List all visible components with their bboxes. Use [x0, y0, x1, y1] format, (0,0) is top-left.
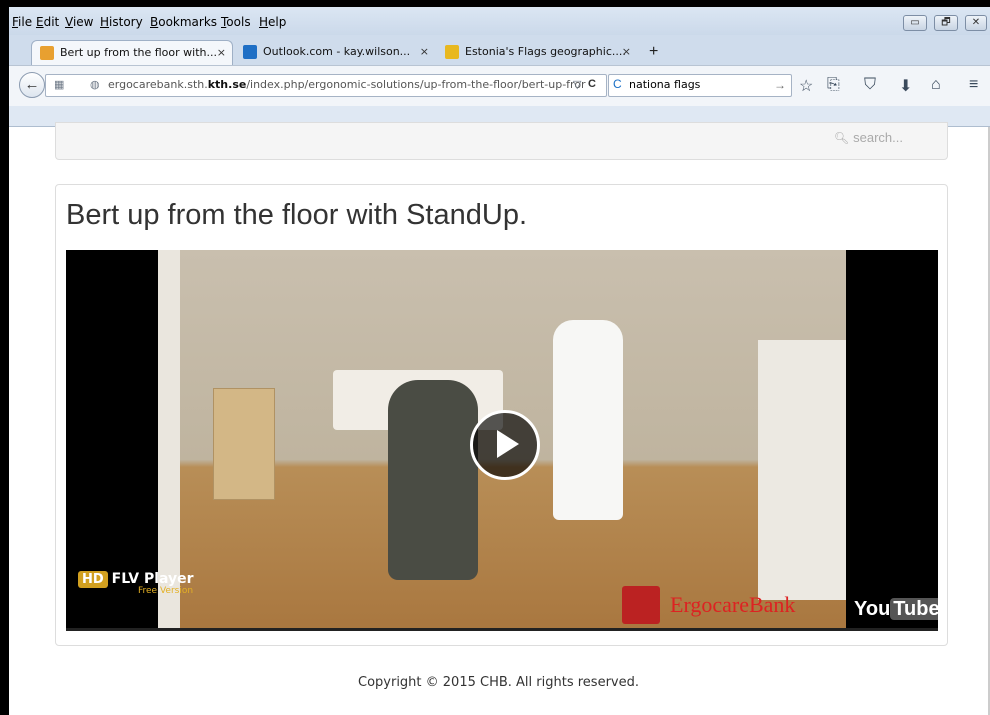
tab-outlook[interactable]: Outlook.com - kay.wilson... ×	[235, 40, 435, 64]
close-tab-icon[interactable]: ×	[217, 42, 226, 64]
site-search-input[interactable]: 🔍︎ search...	[834, 130, 903, 145]
menu-tools[interactable]: Tools	[221, 15, 251, 29]
maximize-button[interactable]: 🗗	[934, 15, 958, 31]
menu-help[interactable]: Help	[259, 15, 286, 29]
bookmark-star-icon[interactable]: ☆	[799, 76, 813, 96]
hamburger-menu-icon[interactable]: ≡	[969, 76, 978, 94]
footer-copyright: Copyright © 2015 CHB. All rights reserve…	[358, 675, 639, 690]
ergocarebank-logo-icon	[622, 586, 660, 624]
browser-window: File Edit View History Bookmarks Tools H…	[9, 7, 990, 715]
menu-bar: File Edit View History Bookmarks Tools H…	[9, 7, 990, 35]
back-button[interactable]: ←	[19, 72, 45, 98]
menu-history[interactable]: History	[100, 15, 143, 29]
flv-player-badge: HD FLV Player Free Version	[78, 568, 194, 596]
article-title: Bert up from the floor with StandUp.	[66, 199, 527, 231]
navigation-bar: ← ▦ ◍ ergocarebank.sth.kth.se/index.php/…	[9, 65, 990, 106]
menu-view[interactable]: View	[65, 15, 93, 29]
url-bar[interactable]: ▦ ◍ ergocarebank.sth.kth.se/index.php/er…	[45, 74, 607, 97]
page-content: 🔍︎ search... Bert up from the floor with …	[9, 122, 988, 715]
site-header-panel: 🔍︎ search...	[55, 122, 948, 160]
page-icon	[40, 46, 54, 60]
tab-label: Outlook.com - kay.wilson...	[263, 45, 411, 58]
search-engine-icon: C	[613, 77, 622, 91]
flag-icon	[445, 45, 459, 59]
bookmarks-menu-icon[interactable]: ⎘	[827, 76, 840, 94]
video-progress-bar[interactable]	[66, 628, 938, 631]
reload-icon[interactable]: C	[588, 78, 596, 90]
minimize-button[interactable]: ▭	[903, 15, 927, 31]
search-input[interactable]: nationa flags	[629, 78, 700, 91]
close-tab-icon[interactable]: ×	[622, 41, 631, 63]
pocket-icon[interactable]: ⛉	[864, 76, 876, 94]
search-go-icon[interactable]: →	[774, 78, 786, 92]
tab-bar: Bert up from the floor with... × Outlook…	[9, 35, 990, 65]
tab-bert-up[interactable]: Bert up from the floor with... ×	[31, 40, 233, 65]
url-dropdown-icon[interactable]: ▽	[573, 78, 581, 91]
tab-label: Bert up from the floor with...	[60, 46, 217, 59]
download-icon[interactable]: ⬇	[899, 76, 912, 96]
menu-bookmarks[interactable]: Bookmarks	[150, 15, 217, 29]
video-player[interactable]: HD FLV Player Free Version ErgocareBank Y…	[66, 250, 938, 631]
tab-estonia[interactable]: Estonia's Flags geographic.... ×	[437, 40, 637, 64]
play-button[interactable]	[470, 410, 540, 480]
home-icon[interactable]: ⌂	[931, 76, 941, 94]
search-icon: 🔍︎	[833, 131, 850, 145]
ergocarebank-watermark: ErgocareBank	[670, 592, 796, 617]
url-text[interactable]: ergocarebank.sth.kth.se/index.php/ergono…	[108, 78, 586, 91]
tab-label: Estonia's Flags geographic....	[465, 45, 626, 58]
close-tab-icon[interactable]: ×	[420, 41, 429, 63]
search-bar[interactable]: C nationa flags	[608, 74, 792, 97]
new-tab-button[interactable]: +	[649, 43, 658, 61]
reader-icon: ▦	[54, 79, 65, 91]
menu-file[interactable]: File	[12, 15, 32, 29]
outlook-icon	[243, 45, 257, 59]
globe-icon: ◍	[90, 79, 100, 91]
menu-edit[interactable]: Edit	[36, 15, 59, 29]
close-window-button[interactable]: ✕	[965, 15, 987, 31]
youtube-logo[interactable]: You Tube	[854, 598, 938, 621]
article-panel: Bert up from the floor with StandUp. HD F…	[55, 184, 948, 646]
